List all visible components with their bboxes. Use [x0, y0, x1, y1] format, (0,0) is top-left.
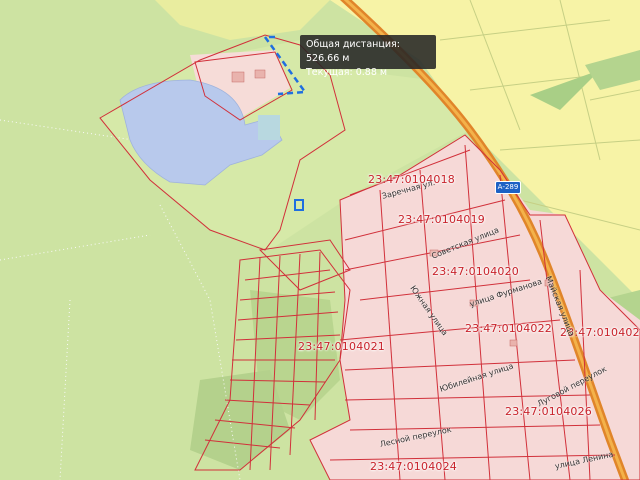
cadastral-label[interactable]: 23:47:0104026	[505, 405, 592, 418]
cadastral-label[interactable]: 23:47:0104021	[298, 340, 385, 353]
cadastral-label[interactable]: 23:47:0104019	[398, 213, 485, 226]
cadastral-label[interactable]: 23:47:0104024	[370, 460, 457, 473]
pond	[258, 115, 280, 140]
map-canvas[interactable]: Общая дистанция: 526.66 м Текущая: 0.88 …	[0, 0, 640, 480]
green-patch	[190, 370, 290, 470]
total-distance: Общая дистанция: 526.66 м	[306, 39, 400, 64]
field-area	[155, 0, 330, 40]
cadastral-label[interactable]: 23:47:0104020	[432, 265, 519, 278]
distance-tooltip: Общая дистанция: 526.66 м Текущая: 0.88 …	[300, 35, 436, 78]
road-shield: А-289	[495, 181, 521, 194]
cadastral-label[interactable]: 23:47:0104022	[465, 322, 552, 335]
current-distance: Текущая: 0.88 м	[306, 67, 388, 78]
